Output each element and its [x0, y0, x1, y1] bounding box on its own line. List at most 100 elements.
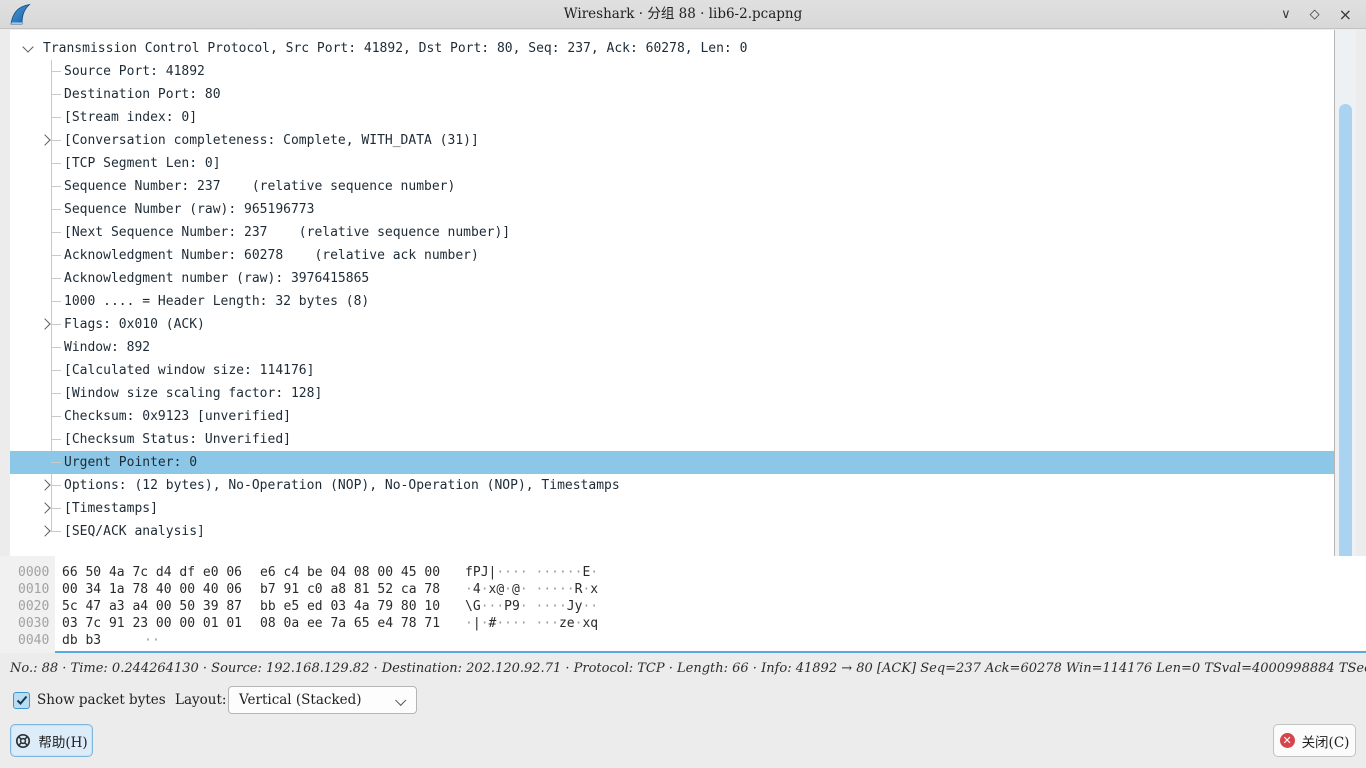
hex-offset: 0010: [0, 581, 55, 598]
tree-guide-dash: [51, 301, 61, 302]
help-button-label: 帮助(H): [38, 731, 87, 751]
tree-guide-dash: [51, 140, 61, 141]
tree-guide-dash: [51, 94, 61, 95]
hex-bytes: 00 34 1a 78 40 00 40 06: [62, 582, 242, 597]
titlebar: Wireshark · 分组 88 · lib6-2.pcapng ∨ ◇ ×: [0, 0, 1366, 29]
tree-guide-dash: [51, 209, 61, 210]
tree-row[interactable]: Acknowledgment number (raw): 3976415865: [10, 267, 1334, 290]
chevron-down-icon: [395, 695, 406, 706]
tree-row-label: [Timestamps]: [64, 497, 158, 520]
hex-bytes: 5c 47 a3 a4 00 50 39 87: [62, 599, 242, 614]
tree-scrollbar[interactable]: [1335, 30, 1356, 556]
hex-offset: 0040: [0, 632, 55, 649]
tree-row-label: [Conversation completeness: Complete, WI…: [64, 129, 479, 152]
show-packet-bytes-label[interactable]: Show packet bytes: [37, 692, 166, 708]
hex-rows: 000066 50 4a 7c d4 df e0 06e6 c4 be 04 0…: [0, 564, 1366, 649]
tree-row[interactable]: [Calculated window size: 114176]: [10, 359, 1334, 382]
hex-ascii: fPJ|···· ······E·: [465, 565, 598, 580]
tree-row[interactable]: [SEQ/ACK analysis]: [10, 520, 1334, 543]
tree-row[interactable]: [Stream index: 0]: [10, 106, 1334, 129]
tree-row-label: Urgent Pointer: 0: [64, 451, 197, 474]
hex-row[interactable]: 0040db b3··: [0, 632, 1366, 649]
layout-select[interactable]: Vertical (Stacked): [228, 686, 417, 714]
expander-closed-icon[interactable]: [39, 502, 50, 513]
window-title: Wireshark · 分组 88 · lib6-2.pcapng: [0, 0, 1366, 29]
tree-row-label: [Stream index: 0]: [64, 106, 197, 129]
tree-row-label: Checksum: 0x9123 [unverified]: [64, 405, 291, 428]
tree-row-label: Transmission Control Protocol, Src Port:…: [43, 37, 747, 60]
tree-guide-dash: [51, 232, 61, 233]
hex-ascii: \G···P9· ····Jy··: [465, 599, 598, 614]
tree-guide-dash: [51, 71, 61, 72]
tree-row[interactable]: Transmission Control Protocol, Src Port:…: [10, 37, 1334, 60]
tree-guide-dash: [51, 163, 61, 164]
hex-row[interactable]: 001000 34 1a 78 40 00 40 06b7 91 c0 a8 8…: [0, 581, 1366, 598]
expander-closed-icon[interactable]: [39, 318, 50, 329]
hex-row[interactable]: 000066 50 4a 7c d4 df e0 06e6 c4 be 04 0…: [0, 564, 1366, 581]
tree-guide-dash: [51, 347, 61, 348]
tree-row[interactable]: [Next Sequence Number: 237 (relative seq…: [10, 221, 1334, 244]
tree-guide-dash: [51, 439, 61, 440]
layout-label: Layout:: [175, 692, 226, 708]
hex-bytes: 03 7c 91 23 00 00 01 01: [62, 616, 242, 631]
hex-bytes: e6 c4 be 04 08 00 45 00: [260, 565, 440, 580]
packet-tree-rows: Transmission Control Protocol, Src Port:…: [10, 37, 1334, 543]
tree-row[interactable]: Sequence Number (raw): 965196773: [10, 198, 1334, 221]
tree-row[interactable]: Acknowledgment Number: 60278 (relative a…: [10, 244, 1334, 267]
tree-guide-dash: [51, 462, 61, 463]
tree-guide-dash: [51, 255, 61, 256]
tree-row-label: [TCP Segment Len: 0]: [64, 152, 221, 175]
tree-row[interactable]: 1000 .... = Header Length: 32 bytes (8): [10, 290, 1334, 313]
tree-row-label: Options: (12 bytes), No-Operation (NOP),…: [64, 474, 620, 497]
tree-row[interactable]: Options: (12 bytes), No-Operation (NOP),…: [10, 474, 1334, 497]
checkmark-icon: [16, 695, 28, 706]
maximize-button[interactable]: ◇: [1310, 8, 1320, 21]
expander-closed-icon[interactable]: [39, 525, 50, 536]
layout-selected-value: Vertical (Stacked): [239, 692, 362, 708]
expander-closed-icon[interactable]: [39, 134, 50, 145]
tree-guide-dash: [51, 531, 61, 532]
tree-scrollbar-thumb[interactable]: [1339, 104, 1352, 578]
tree-row-label: Source Port: 41892: [64, 60, 205, 83]
tree-row[interactable]: [Conversation completeness: Complete, WI…: [10, 129, 1334, 152]
tree-row[interactable]: Flags: 0x010 (ACK): [10, 313, 1334, 336]
tree-row-label: [Next Sequence Number: 237 (relative seq…: [64, 221, 510, 244]
expander-open-icon[interactable]: [22, 41, 33, 52]
tree-row-label: Acknowledgment number (raw): 3976415865: [64, 267, 369, 290]
close-window-button[interactable]: ×: [1339, 7, 1352, 23]
show-packet-bytes-checkbox[interactable]: [13, 692, 30, 709]
hex-row[interactable]: 003003 7c 91 23 00 00 01 0108 0a ee 7a 6…: [0, 615, 1366, 632]
packet-bytes-pane[interactable]: 000066 50 4a 7c d4 df e0 06e6 c4 be 04 0…: [0, 556, 1366, 653]
tree-row[interactable]: Destination Port: 80: [10, 83, 1334, 106]
hex-ascii: ·4·x@·@· ·····R·x: [465, 582, 598, 597]
tree-guide-dash: [51, 324, 61, 325]
tree-guide-dash: [51, 117, 61, 118]
tree-row[interactable]: Checksum: 0x9123 [unverified]: [10, 405, 1334, 428]
expander-closed-icon[interactable]: [39, 479, 50, 490]
tree-row[interactable]: Source Port: 41892: [10, 60, 1334, 83]
tree-row[interactable]: [Checksum Status: Unverified]: [10, 428, 1334, 451]
tree-row-label: Window: 892: [64, 336, 150, 359]
minimize-button[interactable]: ∨: [1281, 8, 1291, 21]
packet-detail-tree[interactable]: Transmission Control Protocol, Src Port:…: [10, 30, 1334, 556]
tree-row-selected[interactable]: Urgent Pointer: 0: [10, 451, 1334, 474]
window-controls: ∨ ◇ ×: [1281, 0, 1352, 29]
close-button[interactable]: ✕ 关闭(C): [1273, 724, 1356, 757]
tree-row-label: [SEQ/ACK analysis]: [64, 520, 205, 543]
tree-row[interactable]: Window: 892: [10, 336, 1334, 359]
hex-row[interactable]: 00205c 47 a3 a4 00 50 39 87bb e5 ed 03 4…: [0, 598, 1366, 615]
tree-row[interactable]: [Window size scaling factor: 128]: [10, 382, 1334, 405]
help-button[interactable]: 帮助(H): [10, 724, 93, 757]
tree-row-label: Flags: 0x010 (ACK): [64, 313, 205, 336]
tree-guide-dash: [51, 508, 61, 509]
tree-row-label: [Window size scaling factor: 128]: [64, 382, 322, 405]
hex-ascii: ··: [144, 633, 160, 648]
hex-bytes: bb e5 ed 03 4a 79 80 10: [260, 599, 440, 614]
close-icon: ✕: [1280, 733, 1295, 748]
tree-row[interactable]: Sequence Number: 237 (relative sequence …: [10, 175, 1334, 198]
tree-row-label: Sequence Number (raw): 965196773: [64, 198, 314, 221]
tree-guide-dash: [51, 370, 61, 371]
tree-row[interactable]: [Timestamps]: [10, 497, 1334, 520]
tree-row[interactable]: [TCP Segment Len: 0]: [10, 152, 1334, 175]
hex-bytes: 08 0a ee 7a 65 e4 78 71: [260, 616, 440, 631]
